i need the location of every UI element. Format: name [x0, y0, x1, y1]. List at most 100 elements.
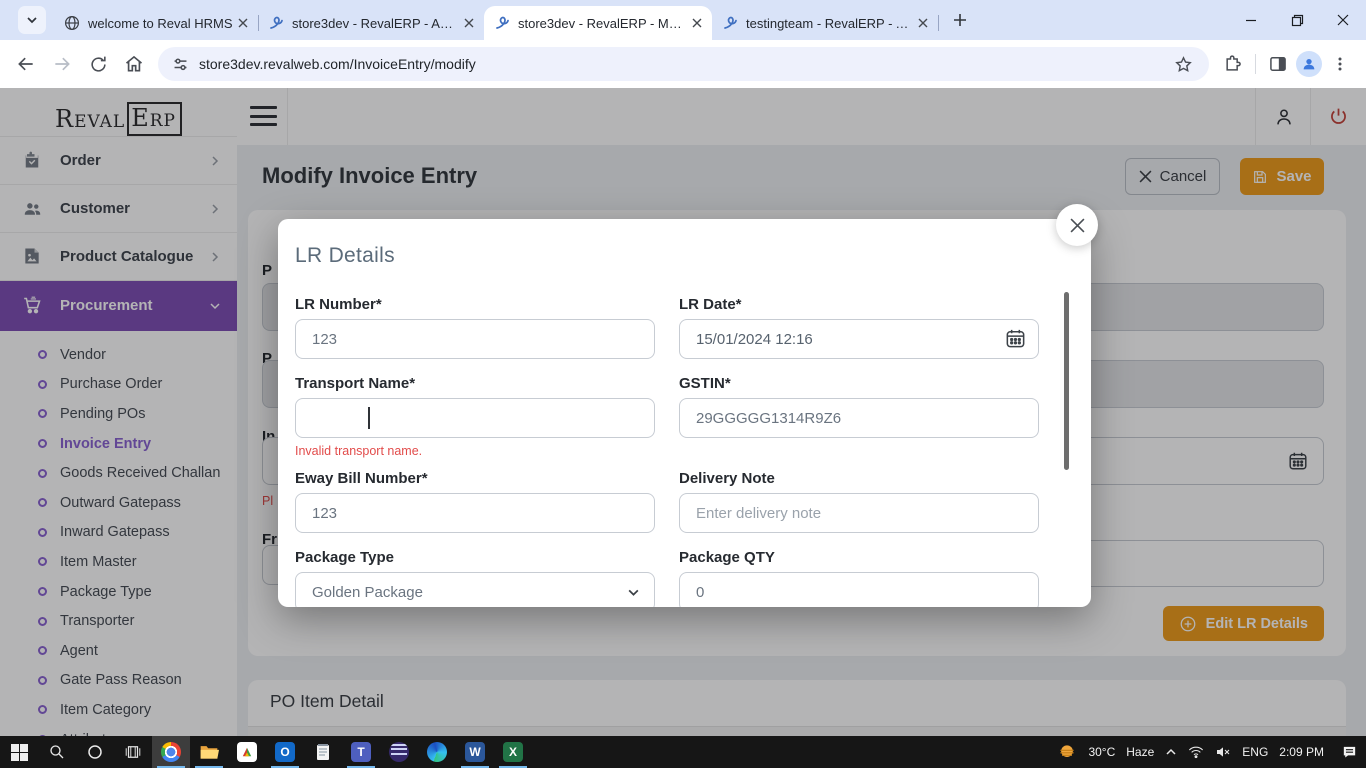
weather-condition[interactable]: Haze	[1126, 745, 1154, 759]
tray-expand-chevron-icon[interactable]	[1165, 746, 1177, 758]
field-gstin: GSTIN*	[679, 375, 1039, 438]
language-indicator[interactable]: ENG	[1242, 745, 1268, 759]
back-button[interactable]	[10, 48, 42, 80]
taskbar-edge-icon[interactable]	[418, 736, 456, 768]
tab-revalerp-add-inward[interactable]: store3dev - RevalERP - Add Inw	[258, 6, 484, 40]
modal-scrollbar-thumb[interactable]	[1064, 292, 1069, 470]
field-lr-number: LR Number*	[295, 296, 655, 359]
action-center-icon[interactable]	[1341, 744, 1358, 761]
tab-title: testingteam - RevalERP - Add V	[746, 16, 914, 31]
tab-reval-hrms[interactable]: welcome to Reval HRMS	[54, 6, 258, 40]
tab-title: store3dev - RevalERP - Add Inw	[292, 16, 460, 31]
weather-icon[interactable]	[1057, 742, 1077, 762]
delivery-note-label: Delivery Note	[679, 470, 1039, 487]
lr-date-label: LR Date*	[679, 296, 1039, 313]
new-tab-button[interactable]	[946, 6, 974, 34]
tab-close-icon[interactable]	[460, 14, 478, 32]
taskbar-search-icon[interactable]	[38, 736, 76, 768]
revalerp-favicon	[268, 15, 284, 31]
bookmark-star-icon[interactable]	[1168, 49, 1198, 79]
site-info-icon[interactable]	[172, 56, 189, 73]
package-type-value: Golden Package	[312, 584, 423, 601]
package-qty-label: Package QTY	[679, 549, 1039, 566]
modal-close-button[interactable]	[1056, 204, 1098, 246]
tab-testingteam-add[interactable]: testingteam - RevalERP - Add V	[712, 6, 938, 40]
revalerp-favicon	[722, 15, 738, 31]
tab-close-icon[interactable]	[234, 14, 252, 32]
weather-temp[interactable]: 30°C	[1088, 745, 1115, 759]
taskbar-outlook-icon[interactable]: O	[266, 736, 304, 768]
teams-letter: T	[351, 742, 371, 762]
start-button[interactable]	[0, 736, 38, 768]
system-tray: 30°C Haze ENG 2:09 PM	[1057, 742, 1366, 762]
gstin-label: GSTIN*	[679, 375, 1039, 392]
calendar-icon[interactable]	[1004, 327, 1027, 350]
taskbar-notepad-icon[interactable]	[304, 736, 342, 768]
clock[interactable]: 2:09 PM	[1279, 745, 1324, 759]
taskbar-chrome-icon[interactable]	[152, 736, 190, 768]
field-eway-bill: Eway Bill Number*	[295, 470, 655, 533]
cortana-icon[interactable]	[76, 736, 114, 768]
taskbar-eclipse-icon[interactable]	[380, 736, 418, 768]
window-close-button[interactable]	[1320, 0, 1366, 40]
tab-close-icon[interactable]	[688, 14, 706, 32]
taskbar-image-viewer-icon[interactable]	[228, 736, 266, 768]
lr-number-input[interactable]	[295, 319, 655, 359]
taskbar-file-explorer-icon[interactable]	[190, 736, 228, 768]
field-package-type: Package Type Golden Package	[295, 549, 655, 607]
address-bar[interactable]: store3dev.revalweb.com/InvoiceEntry/modi…	[158, 47, 1209, 81]
window-restore-button[interactable]	[1274, 0, 1320, 40]
lr-date-input[interactable]	[679, 319, 1039, 359]
text-cursor	[368, 407, 370, 429]
word-letter: W	[465, 742, 485, 762]
revalerp-favicon	[494, 15, 510, 31]
reload-button[interactable]	[82, 48, 114, 80]
gstin-input[interactable]	[679, 398, 1039, 438]
extensions-icon[interactable]	[1218, 49, 1248, 79]
home-button[interactable]	[118, 48, 150, 80]
modal-title: LR Details	[295, 244, 395, 268]
globe-icon	[64, 15, 80, 31]
task-view-icon[interactable]	[114, 736, 152, 768]
lr-details-modal: LR Details LR Number* LR Date* Transport…	[278, 219, 1091, 607]
tab-revalerp-modify-active[interactable]: store3dev - RevalERP - Modify	[484, 6, 712, 40]
field-delivery-note: Delivery Note	[679, 470, 1039, 533]
taskbar-excel-icon[interactable]: X	[494, 736, 532, 768]
lr-number-label: LR Number*	[295, 296, 655, 313]
field-transport-name: Transport Name* Invalid transport name.	[295, 375, 655, 458]
taskbar-teams-icon[interactable]: T	[342, 736, 380, 768]
windows-taskbar: O T W X 30°C Haze ENG 2:09 PM	[0, 736, 1366, 768]
tab-search-chevron-button[interactable]	[18, 6, 46, 34]
forward-button[interactable]	[46, 48, 78, 80]
toolbar-separator	[1255, 54, 1256, 74]
profile-avatar[interactable]	[1296, 51, 1322, 77]
transport-name-label: Transport Name*	[295, 375, 655, 392]
url-text: store3dev.revalweb.com/InvoiceEntry/modi…	[199, 56, 1165, 72]
eway-bill-label: Eway Bill Number*	[295, 470, 655, 487]
package-type-select[interactable]: Golden Package	[295, 572, 655, 607]
field-package-qty: Package QTY	[679, 549, 1039, 607]
side-panel-icon[interactable]	[1263, 49, 1293, 79]
field-lr-date: LR Date*	[679, 296, 1039, 359]
browser-menu-icon[interactable]	[1325, 49, 1355, 79]
tab-title: welcome to Reval HRMS	[88, 16, 234, 31]
excel-letter: X	[503, 742, 523, 762]
window-minimize-button[interactable]	[1228, 0, 1274, 40]
tab-close-icon[interactable]	[914, 14, 932, 32]
volume-muted-icon[interactable]	[1215, 745, 1231, 759]
browser-toolbar: store3dev.revalweb.com/InvoiceEntry/modi…	[0, 40, 1366, 88]
transport-name-input[interactable]	[295, 398, 655, 438]
taskbar-word-icon[interactable]: W	[456, 736, 494, 768]
browser-tab-strip: welcome to Reval HRMS store3dev - RevalE…	[0, 0, 1366, 40]
chevron-down-icon	[627, 586, 640, 599]
tab-title: store3dev - RevalERP - Modify	[518, 16, 688, 31]
delivery-note-input[interactable]	[679, 493, 1039, 533]
window-controls	[1228, 0, 1366, 40]
eway-bill-input[interactable]	[295, 493, 655, 533]
transport-name-error: Invalid transport name.	[295, 444, 655, 458]
wifi-icon[interactable]	[1188, 745, 1204, 759]
outlook-letter: O	[275, 742, 295, 762]
package-type-label: Package Type	[295, 549, 655, 566]
package-qty-input[interactable]	[679, 572, 1039, 607]
app-page: RevalErp Order Customer Product Catalogu…	[0, 88, 1366, 736]
